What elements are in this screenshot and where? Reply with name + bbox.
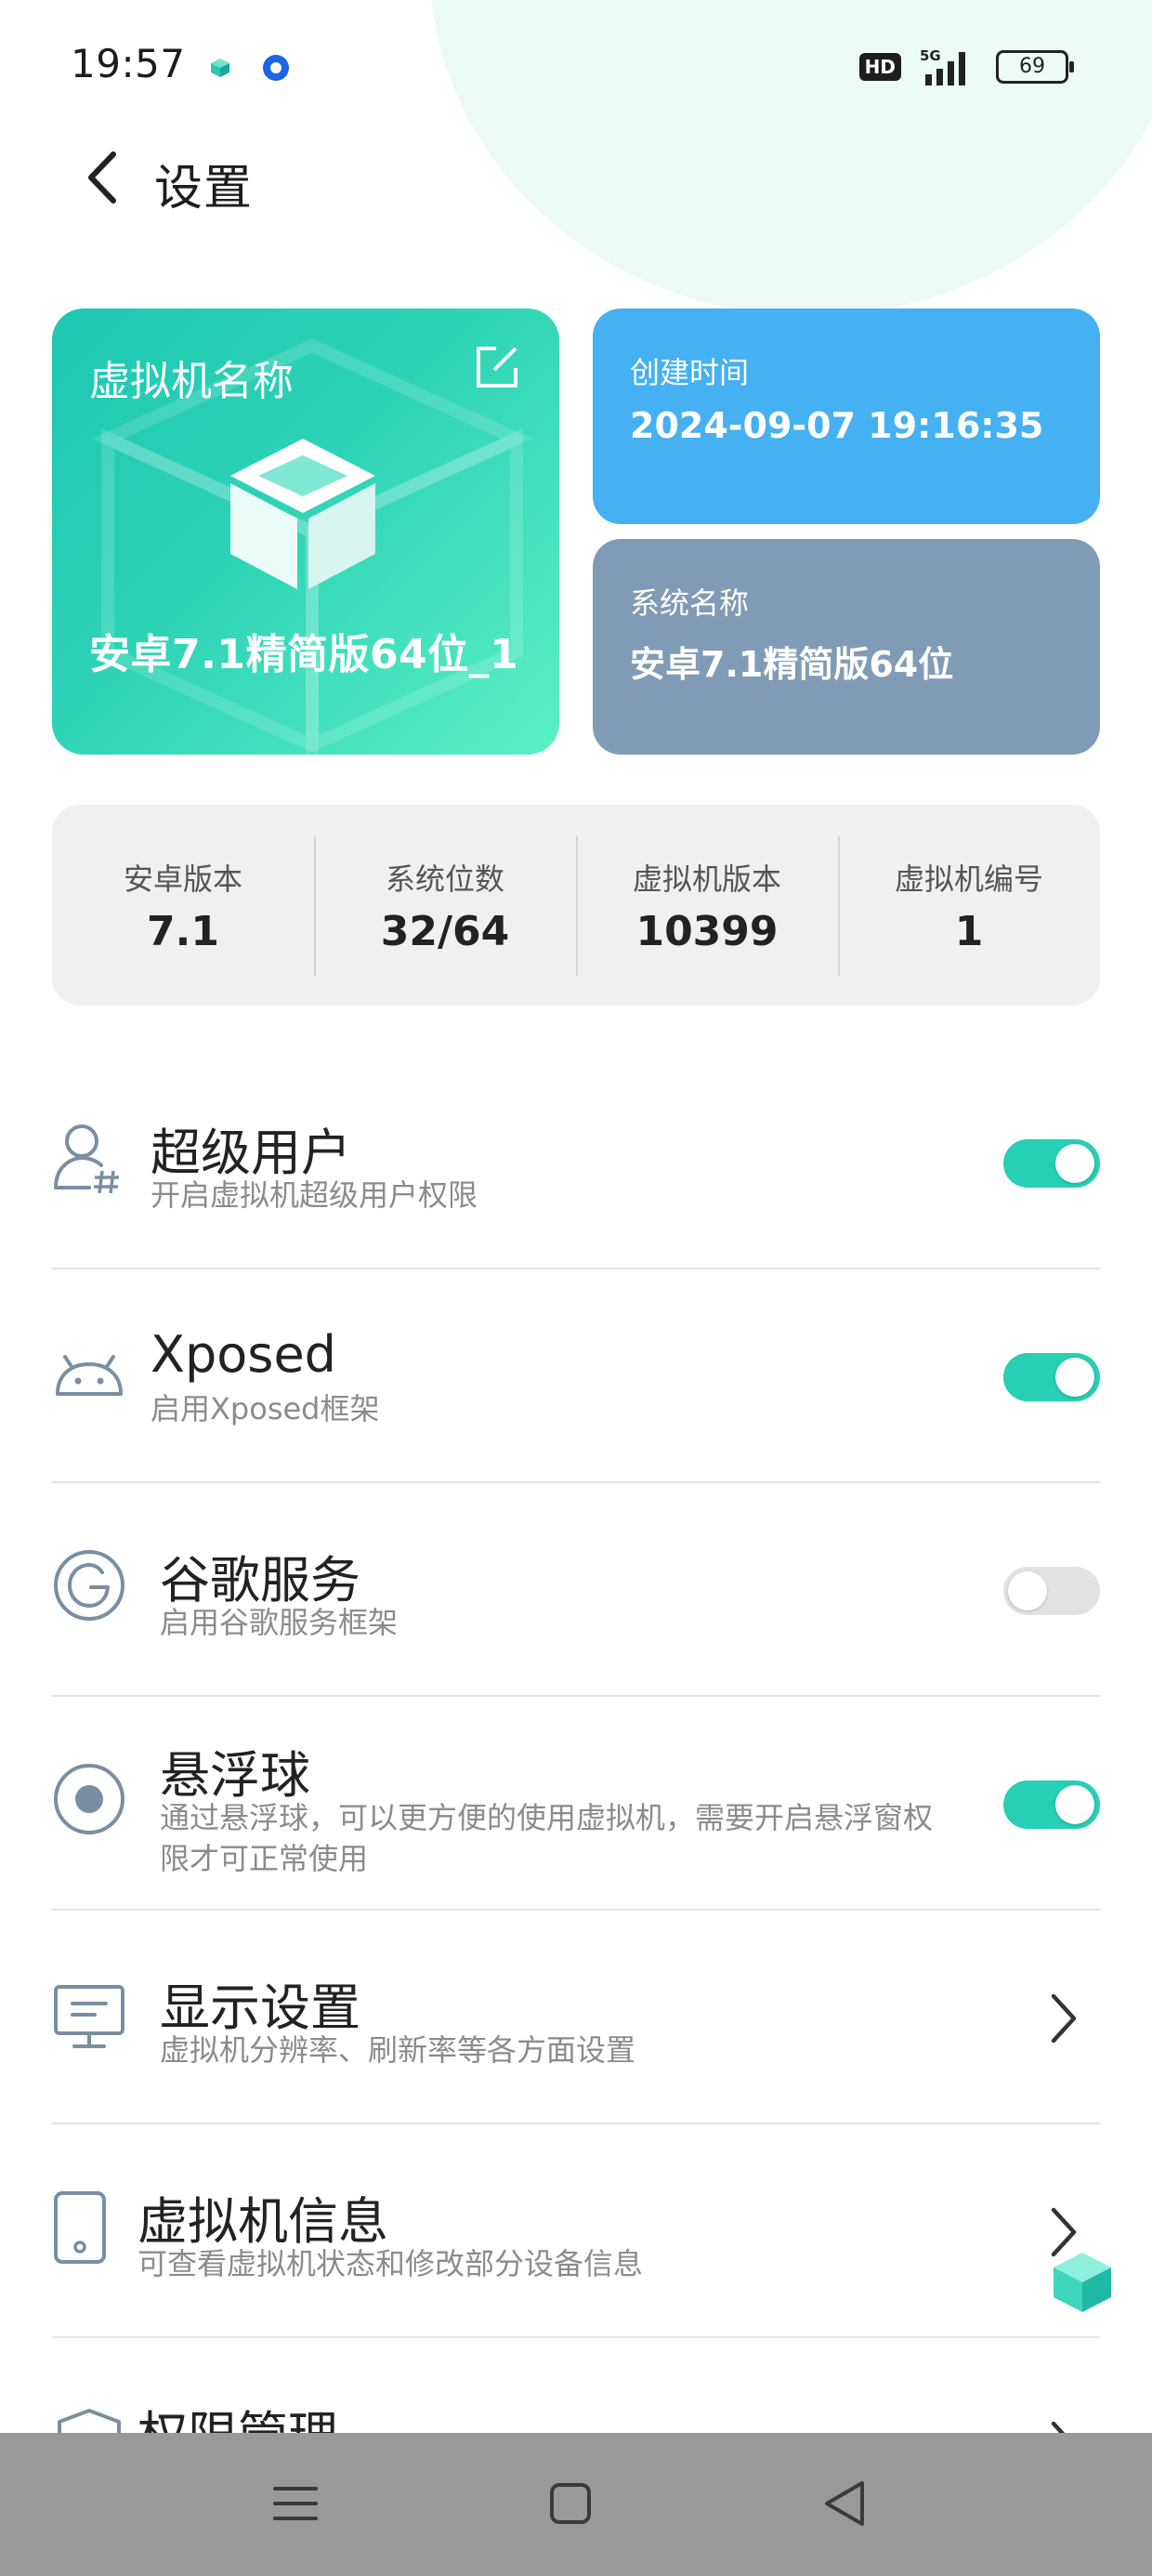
superuser-icon — [54, 1124, 119, 1194]
nav-back-icon[interactable] — [810, 2468, 881, 2539]
created-time-value: 2024-09-07 19:16:35 — [630, 405, 1044, 446]
created-time-card: 创建时间 2024-09-07 19:16:35 — [593, 309, 1100, 524]
menu-icon[interactable] — [260, 2468, 331, 2539]
setting-subtitle: 开启虚拟机超级用户权限 — [151, 1177, 478, 1213]
app-circle-icon — [263, 55, 289, 81]
setting-row-floating-ball[interactable]: 悬浮球 通过悬浮球，可以更方便的使用虚拟机，需要开启悬浮窗权限才可正常使用 — [52, 1697, 1100, 1911]
setting-subtitle: 启用Xposed框架 — [151, 1391, 380, 1426]
phone-icon — [54, 2191, 106, 2264]
vm-name-value: 安卓7.1精简版64位_1 — [89, 631, 519, 678]
setting-subtitle: 启用谷歌服务框架 — [160, 1605, 399, 1640]
google-services-toggle[interactable] — [1003, 1567, 1100, 1615]
stat-vm-number: 虚拟机编号 1 — [838, 805, 1100, 1005]
created-time-label: 创建时间 — [630, 355, 750, 390]
stat-label: 虚拟机版本 — [632, 861, 781, 897]
chevron-right-icon[interactable] — [1048, 1991, 1080, 2046]
floating-ball-icon — [54, 1764, 124, 1834]
monitor-icon — [54, 1985, 124, 2048]
system-name-value: 安卓7.1精简版64位 — [630, 644, 954, 685]
setting-row-display[interactable]: 显示设置 虚拟机分辨率、刷新率等各方面设置 — [52, 1911, 1100, 2124]
stat-label: 系统位数 — [385, 861, 504, 897]
network-label: 5G — [920, 47, 941, 64]
xposed-toggle[interactable] — [1003, 1353, 1100, 1401]
stat-android-version: 安卓版本 7.1 — [52, 805, 314, 1005]
floating-ball-toggle[interactable] — [1003, 1781, 1100, 1829]
page-title: 设置 — [154, 161, 254, 217]
hd-badge: HD — [858, 53, 901, 81]
stats-panel: 安卓版本 7.1 系统位数 32/64 虚拟机版本 10399 虚拟机编号 1 — [52, 805, 1100, 1005]
setting-title: Xposed — [151, 1325, 336, 1384]
stat-label: 虚拟机编号 — [894, 861, 1043, 897]
setting-subtitle: 可查看虚拟机状态和修改部分设备信息 — [137, 2246, 644, 2281]
edit-icon[interactable] — [474, 344, 520, 390]
android-icon — [56, 1355, 123, 1396]
stat-value: 32/64 — [380, 907, 510, 955]
home-icon[interactable] — [535, 2468, 606, 2539]
status-time: 19:57 — [71, 41, 186, 86]
setting-subtitle: 虚拟机分辨率、刷新率等各方面设置 — [160, 2032, 636, 2068]
system-name-card: 系统名称 安卓7.1精简版64位 — [593, 539, 1100, 755]
setting-row-xposed[interactable]: Xposed 启用Xposed框架 — [52, 1269, 1100, 1483]
setting-subtitle: 通过悬浮球，可以更方便的使用虚拟机，需要开启悬浮窗权限才可正常使用 — [160, 1800, 934, 1876]
back-arrow-icon[interactable] — [80, 147, 126, 208]
stat-system-bits: 系统位数 32/64 — [314, 805, 576, 1005]
vm-name-card: 虚拟机名称 安卓7.1精简版64位_1 — [52, 309, 559, 755]
status-indicators: HD 5G 69 — [858, 46, 1074, 87]
battery-indicator: 69 — [996, 50, 1074, 84]
app-cube-icon — [211, 59, 229, 77]
setting-row-vm-info[interactable]: 虚拟机信息 可查看虚拟机状态和修改部分设备信息 — [52, 2124, 1100, 2338]
stat-vm-version: 虚拟机版本 10399 — [576, 805, 838, 1005]
setting-row-superuser[interactable]: 超级用户 开启虚拟机超级用户权限 — [52, 1056, 1100, 1269]
stat-value: 10399 — [635, 907, 779, 955]
stat-value: 7.1 — [147, 907, 219, 955]
setting-row-google-services[interactable]: 谷歌服务 启用谷歌服务框架 — [52, 1483, 1100, 1697]
vm-cube-icon — [230, 439, 375, 589]
vm-name-label: 虚拟机名称 — [89, 358, 294, 405]
stat-value: 1 — [954, 907, 984, 955]
floating-cube-icon[interactable] — [1050, 2249, 1115, 2314]
signal-icon: 5G — [920, 47, 965, 85]
stat-label: 安卓版本 — [123, 861, 242, 897]
google-icon — [54, 1550, 124, 1621]
superuser-toggle[interactable] — [1003, 1139, 1100, 1188]
system-navigation-bar — [0, 2433, 1152, 2576]
system-name-label: 系统名称 — [630, 585, 750, 621]
